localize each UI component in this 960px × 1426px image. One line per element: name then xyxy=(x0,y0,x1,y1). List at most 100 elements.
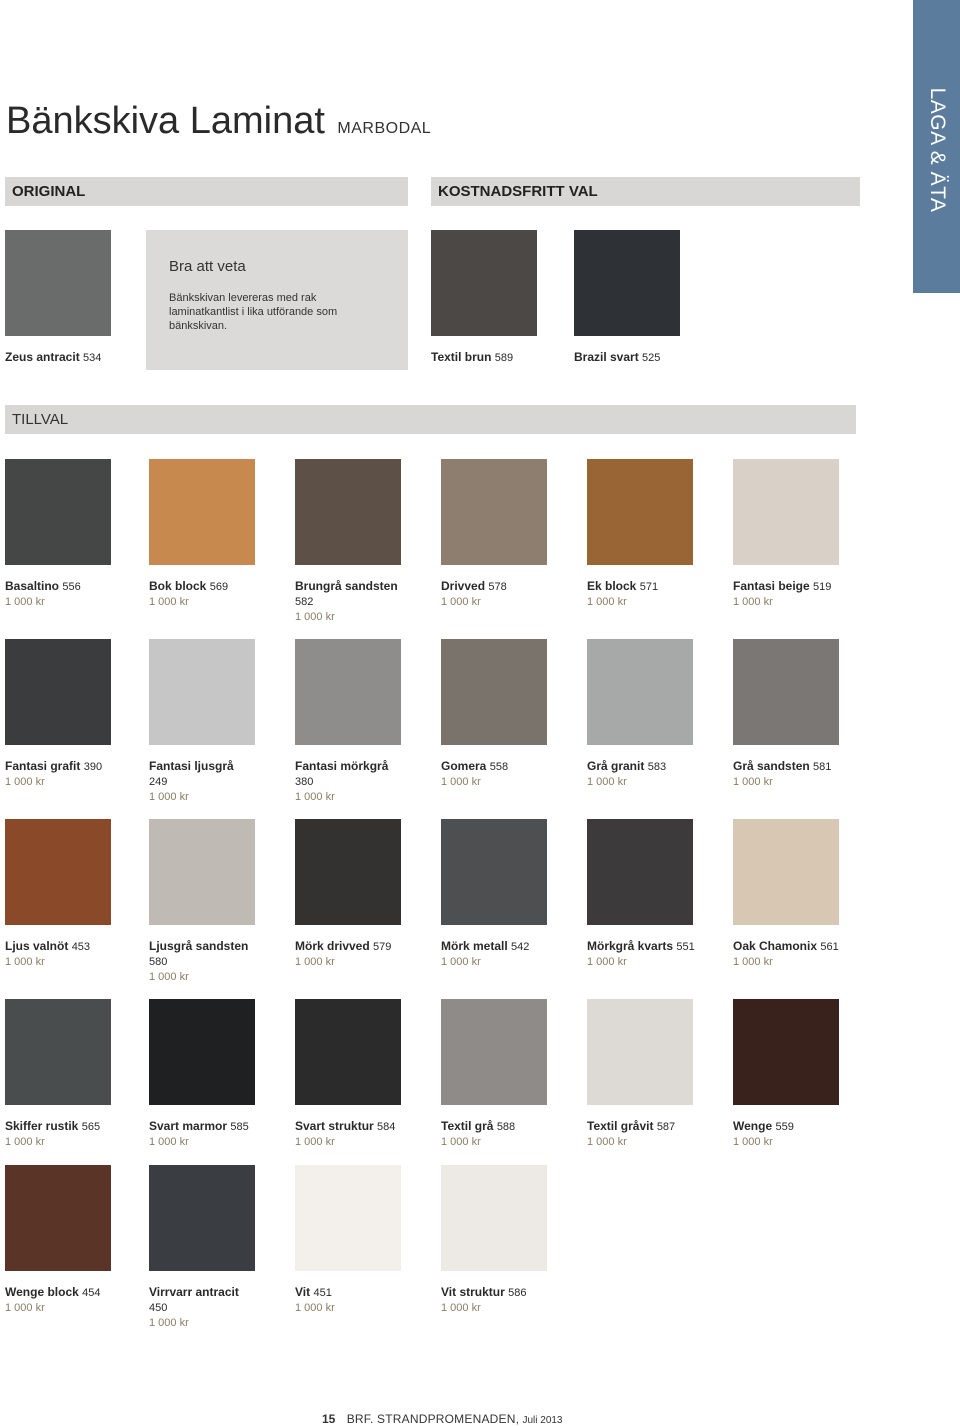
swatch xyxy=(149,459,255,565)
swatch-label: Wenge 559 xyxy=(733,1119,873,1135)
swatch-price: 1 000 kr xyxy=(733,956,773,968)
swatch-code: 559 xyxy=(775,1121,794,1133)
swatch xyxy=(5,999,111,1105)
swatch xyxy=(574,230,680,336)
swatch-name: Wenge xyxy=(733,1119,773,1133)
swatch-code: 565 xyxy=(81,1121,101,1133)
swatch-item: Svart struktur 584 1 000 kr xyxy=(295,999,435,1149)
swatch-price: 1 000 kr xyxy=(149,1317,189,1329)
swatch-code: 556 xyxy=(62,581,81,593)
swatch-item: Brungrå sandsten 582 1 000 kr xyxy=(295,459,435,624)
swatch-label: Skiffer rustik 565 xyxy=(5,1119,145,1135)
swatch-name: Fantasi grafit xyxy=(5,759,81,773)
info-text: Bänkskivan levereras med rak laminatkant… xyxy=(169,292,338,332)
swatch-code: 561 xyxy=(820,941,839,953)
swatch xyxy=(295,999,401,1105)
swatch xyxy=(441,459,547,565)
swatch-price: 1 000 kr xyxy=(441,776,481,788)
swatch-name: Mörk drivved xyxy=(295,939,370,953)
swatch xyxy=(587,459,693,565)
swatch-item-kostnadsfritt: Brazil svart 525 xyxy=(574,230,714,366)
swatch-item: Virrvarr antracit 450 1 000 kr xyxy=(149,1165,289,1330)
swatch-label: Fantasi beige 519 xyxy=(733,579,873,595)
swatch-item: Mörk metall 542 1 000 kr xyxy=(441,819,581,969)
swatch-code: 569 xyxy=(209,581,229,593)
swatch-code: 451 xyxy=(313,1287,332,1299)
swatch-price: 1 000 kr xyxy=(149,971,189,983)
swatch-item: Wenge block 454 1 000 kr xyxy=(5,1165,145,1315)
swatch-price: 1 000 kr xyxy=(5,1302,45,1314)
swatch-name: Virrvarr antracit xyxy=(149,1285,239,1299)
swatch-label: Fantasi mörkgrå 380 xyxy=(295,759,435,790)
swatch-name: Drivved xyxy=(441,579,486,593)
swatch-price: 1 000 kr xyxy=(295,611,335,623)
swatch-price: 1 000 kr xyxy=(5,776,45,788)
swatch-name: Textil brun xyxy=(431,350,492,364)
info-box: Bra att veta Bänkskivan levereras med ra… xyxy=(146,230,408,370)
title-brand: MARBODAL xyxy=(337,120,432,137)
swatch-price: 1 000 kr xyxy=(295,956,335,968)
section-original: ORIGINAL xyxy=(5,177,408,206)
swatch-price: 1 000 kr xyxy=(587,776,627,788)
swatch-label: Vit 451 xyxy=(295,1285,435,1301)
swatch xyxy=(295,639,401,745)
swatch-code: 583 xyxy=(647,761,667,773)
page-number: 15 xyxy=(322,1412,336,1426)
swatch xyxy=(295,1165,401,1271)
swatch-name: Fantasi beige xyxy=(733,579,810,593)
swatch-name: Zeus antracit xyxy=(5,350,80,364)
swatch-item: Ljusgrå sandsten 580 1 000 kr xyxy=(149,819,289,984)
swatch-name: Brazil svart xyxy=(574,350,639,364)
publication-date: Juli 2013 xyxy=(522,1415,563,1426)
swatch-code: 585 xyxy=(230,1121,249,1133)
swatch-label: Fantasi grafit 390 xyxy=(5,759,145,775)
swatch-code: 525 xyxy=(642,352,661,364)
swatch-code: 534 xyxy=(83,352,102,364)
section-kostnadsfritt: KOSTNADSFRITT VAL xyxy=(431,177,860,206)
swatch-price: 1 000 kr xyxy=(149,596,189,608)
swatch-name: Brungrå sandsten xyxy=(295,579,398,593)
swatch xyxy=(441,639,547,745)
swatch-label: Vit struktur 586 xyxy=(441,1285,581,1301)
swatch-code: 582 xyxy=(295,596,314,608)
swatch-name: Ljusgrå sandsten xyxy=(149,939,249,953)
section-tillval: TILLVAL xyxy=(5,405,856,434)
swatch-label: Grå sandsten 581 xyxy=(733,759,873,775)
swatch-name: Basaltino xyxy=(5,579,60,593)
swatch-label: Grå granit 583 xyxy=(587,759,727,775)
page-title: Bänkskiva Laminat MARBODAL xyxy=(6,100,431,143)
swatch-name: Mörkgrå kvarts xyxy=(587,939,674,953)
swatch-code: 453 xyxy=(71,941,91,953)
swatch xyxy=(5,819,111,925)
swatch xyxy=(587,639,693,745)
swatch-price: 1 000 kr xyxy=(441,956,481,968)
swatch-item: Vit struktur 586 1 000 kr xyxy=(441,1165,581,1315)
swatch-name: Fantasi ljusgrå xyxy=(149,759,234,773)
swatch-name: Grå sandsten xyxy=(733,759,810,773)
swatch-label: Zeus antracit 534 xyxy=(5,350,145,366)
swatch xyxy=(733,999,839,1105)
swatch-label: Fantasi ljusgrå 249 xyxy=(149,759,289,790)
swatch-price: 1 000 kr xyxy=(441,1136,481,1148)
swatch-code: 589 xyxy=(494,352,514,364)
swatch-code: 558 xyxy=(489,761,509,773)
swatch-label: Virrvarr antracit 450 xyxy=(149,1285,289,1316)
swatch-label: Wenge block 454 xyxy=(5,1285,145,1301)
swatch xyxy=(587,999,693,1105)
swatch-item: Vit 451 1 000 kr xyxy=(295,1165,435,1315)
swatch-item: Drivved 578 1 000 kr xyxy=(441,459,581,609)
swatch-name: Grå granit xyxy=(587,759,645,773)
swatch-code: 519 xyxy=(813,581,832,593)
swatch-item: Fantasi beige 519 1 000 kr xyxy=(733,459,873,609)
swatch-name: Ek block xyxy=(587,579,637,593)
swatch xyxy=(733,819,839,925)
swatch-item: Fantasi ljusgrå 249 1 000 kr xyxy=(149,639,289,804)
swatch-label: Textil brun 589 xyxy=(431,350,571,366)
swatch-code: 390 xyxy=(83,761,103,773)
swatch-name: Skiffer rustik xyxy=(5,1119,79,1133)
swatch-name: Oak Chamonix xyxy=(733,939,818,953)
swatch-item: Ljus valnöt 453 1 000 kr xyxy=(5,819,145,969)
swatch-price: 1 000 kr xyxy=(441,1302,481,1314)
swatch-item: Grå sandsten 581 1 000 kr xyxy=(733,639,873,789)
swatch-code: 450 xyxy=(149,1302,168,1314)
